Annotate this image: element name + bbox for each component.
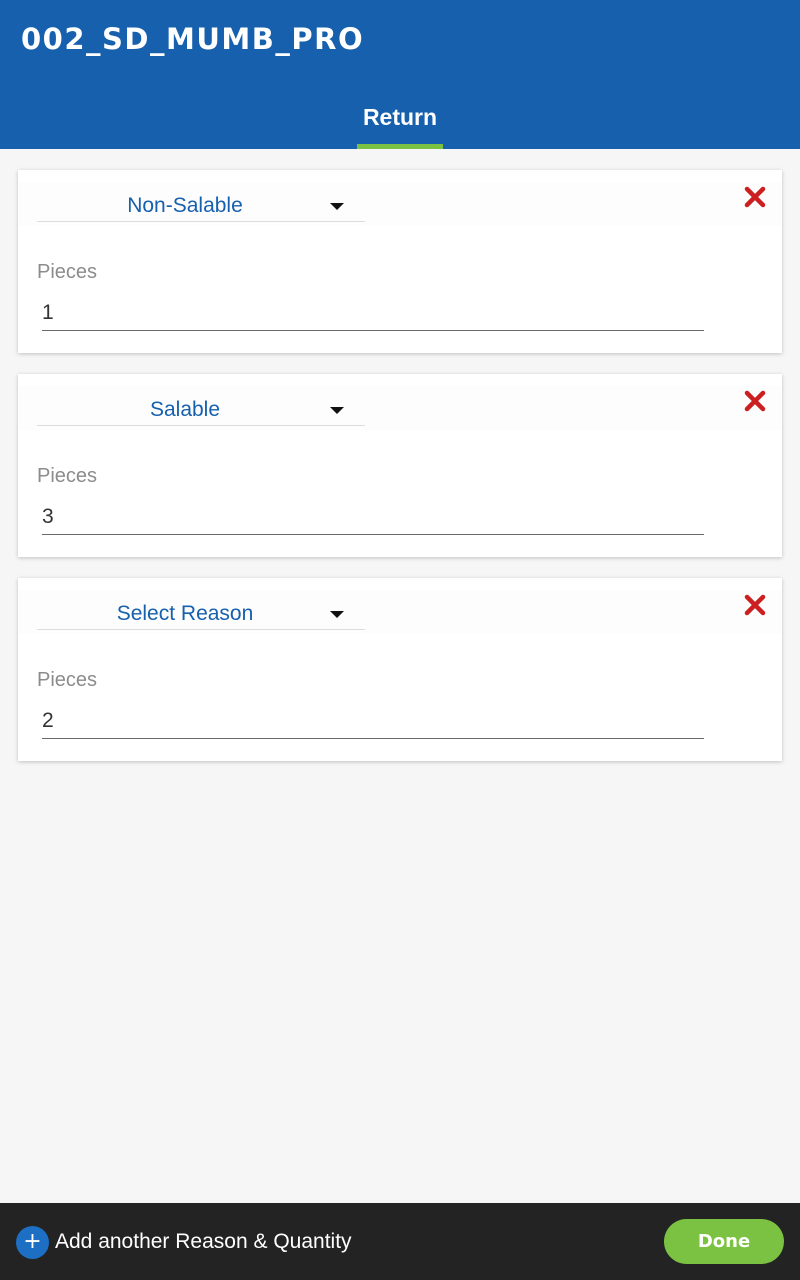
page-title: 002_SD_MUMB_PRO [21, 22, 365, 56]
reason-value: Select Reason [116, 602, 254, 625]
remove-entry-button[interactable] [742, 388, 768, 414]
pieces-value: 1 [42, 301, 54, 324]
tab-return[interactable]: Return [357, 96, 443, 149]
bottom-bar: + Add another Reason & Quantity Done [0, 1203, 800, 1280]
return-entry-card: Non-Salable Pieces 1 [18, 170, 782, 353]
pieces-input[interactable]: 1 [42, 296, 704, 331]
pieces-label: Pieces [37, 669, 98, 691]
reason-dropdown[interactable]: Non-Salable [37, 190, 365, 222]
pieces-label: Pieces [37, 465, 98, 487]
close-icon [744, 186, 766, 208]
add-reason-button[interactable]: + Add another Reason & Quantity [16, 1225, 352, 1259]
pieces-value: 3 [42, 505, 54, 528]
remove-entry-button[interactable] [742, 184, 768, 210]
caret-down-icon [330, 611, 344, 618]
reason-value: Salable [149, 398, 221, 421]
remove-entry-button[interactable] [742, 592, 768, 618]
done-button[interactable]: Done [664, 1219, 784, 1264]
close-icon [744, 594, 766, 616]
plus-icon: + [16, 1225, 49, 1259]
app-bar: 002_SD_MUMB_PRO Return [0, 0, 800, 149]
close-icon [744, 390, 766, 412]
caret-down-icon [330, 203, 344, 210]
pieces-input[interactable]: 3 [42, 500, 704, 535]
add-reason-label: Add another Reason & Quantity [55, 1230, 352, 1253]
reason-value: Non-Salable [127, 194, 243, 217]
caret-down-icon [330, 407, 344, 414]
tab-indicator [357, 144, 443, 149]
pieces-input[interactable]: 2 [42, 704, 704, 739]
reason-dropdown[interactable]: Salable [37, 394, 365, 426]
return-entry-card: Salable Pieces 3 [18, 374, 782, 557]
return-entry-card: Select Reason Pieces 2 [18, 578, 782, 761]
reason-dropdown[interactable]: Select Reason [37, 598, 365, 630]
pieces-value: 2 [42, 709, 54, 732]
pieces-label: Pieces [37, 261, 98, 283]
